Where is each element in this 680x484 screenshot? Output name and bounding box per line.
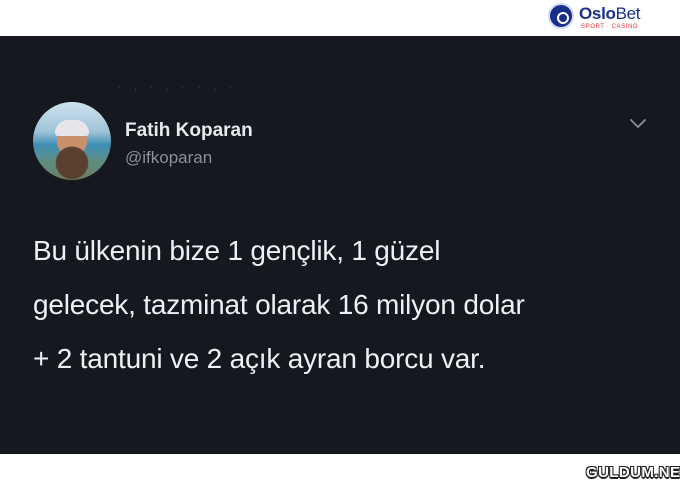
author-handle[interactable]: @ifkoparan (125, 148, 212, 168)
author-name[interactable]: Fatih Koparan (125, 120, 253, 142)
logo-tagline: SPORT · CASINO (581, 24, 639, 30)
logo-wordmark: OsloBet (579, 4, 641, 24)
tweet-text: Bu ülkenin bize 1 gençlik, 1 güzel gelec… (33, 235, 525, 374)
oslobet-logo-icon (548, 3, 574, 29)
chevron-down-icon[interactable] (630, 118, 646, 130)
avatar[interactable] (33, 102, 111, 180)
logo-name-bold: Oslo (579, 4, 616, 23)
avatar-hat (55, 120, 89, 136)
oslobet-logo: OsloBet SPORT · CASINO (548, 3, 676, 33)
top-band: OsloBet SPORT · CASINO (0, 0, 680, 36)
logo-name-light: Bet (615, 4, 641, 23)
tweet-card: · , · , · · , · Fatih Koparan @ifkoparan… (0, 36, 680, 454)
watermark: GULDUM.NET (586, 464, 680, 481)
clipped-previous-text: · , · , · · , · (118, 82, 238, 93)
